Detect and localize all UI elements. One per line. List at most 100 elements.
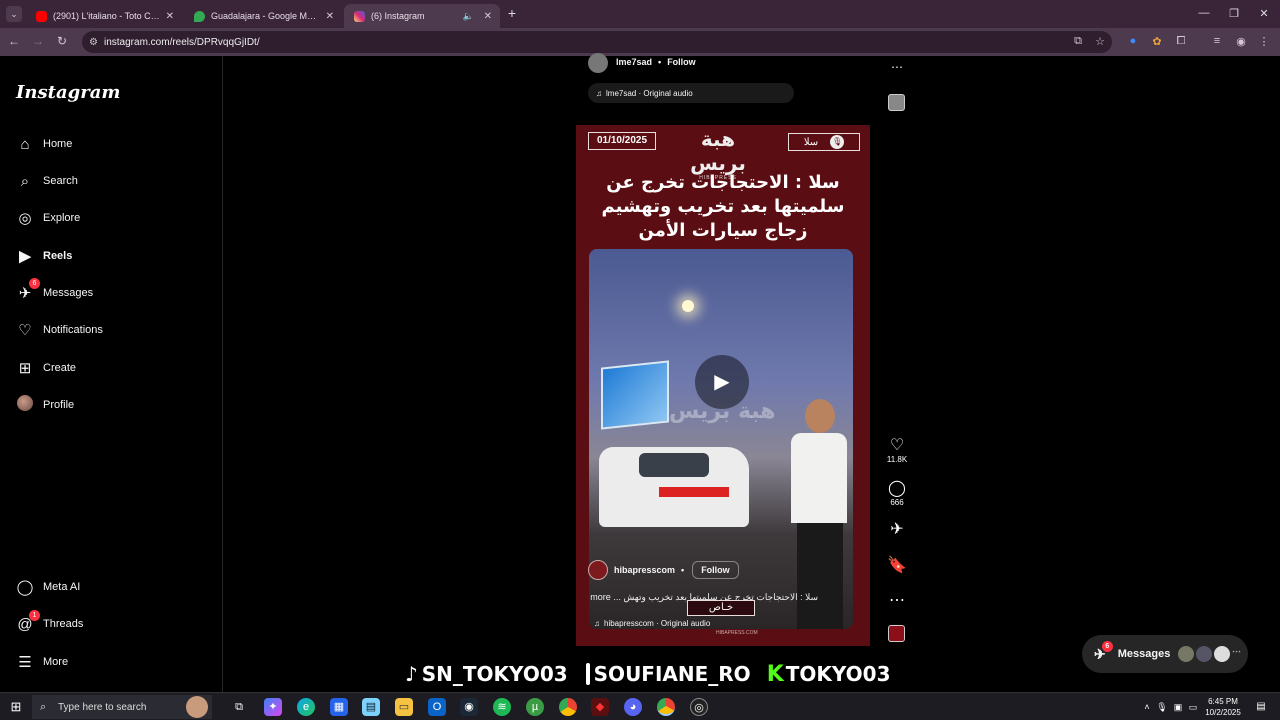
sidebar-item-search[interactable]: ⌕ Search bbox=[16, 169, 206, 193]
install-app-icon[interactable]: ⧉ bbox=[1070, 35, 1086, 48]
profile-avatar bbox=[16, 395, 34, 415]
windows-start-icon[interactable]: ⊞ bbox=[7, 698, 25, 716]
more-options-button[interactable]: ⋯ bbox=[885, 590, 909, 610]
sidebar-item-more[interactable]: ☰ More bbox=[16, 650, 206, 674]
sidebar-item-meta-ai[interactable]: ◯ Meta AI bbox=[16, 575, 206, 599]
messages-pill[interactable]: ✈ 6 Messages ⋯ bbox=[1082, 635, 1248, 673]
messages-pill-label: Messages bbox=[1117, 648, 1171, 660]
like-button[interactable]: ♡ 11.8K bbox=[885, 435, 909, 464]
utorrent-icon[interactable]: µ bbox=[526, 698, 544, 716]
search-highlight-image bbox=[186, 696, 208, 718]
sidebar-item-create[interactable]: ⊞ Create bbox=[16, 356, 206, 380]
previous-reel-avatar[interactable] bbox=[588, 53, 608, 73]
follow-button[interactable]: Follow bbox=[692, 561, 739, 579]
obs-icon[interactable]: ◎ bbox=[690, 698, 708, 716]
chrome-icon[interactable] bbox=[559, 698, 577, 716]
extension-blue-icon[interactable]: ● bbox=[1125, 35, 1141, 47]
save-button[interactable]: 🔖 bbox=[885, 555, 909, 575]
city-label: سلا bbox=[803, 136, 819, 148]
more-options-icon[interactable]: ⋯ bbox=[891, 60, 903, 74]
sidebar-item-reels[interactable]: ▶ Reels bbox=[16, 244, 206, 268]
close-window-button[interactable]: ✕ bbox=[1254, 7, 1274, 20]
threads-badge: 1 bbox=[29, 609, 40, 621]
youtube-icon bbox=[36, 10, 47, 22]
url-text: instagram.com/reels/DPRvqqGjIDt/ bbox=[104, 36, 260, 48]
outlook-icon[interactable]: O bbox=[428, 698, 446, 716]
taskbar-search-field[interactable]: ⌕ Type here to search bbox=[32, 695, 212, 719]
task-view-icon[interactable]: ⧉ bbox=[230, 698, 248, 716]
extension-orange-icon[interactable]: ✿ bbox=[1149, 35, 1165, 48]
messages-pill-badge: 6 bbox=[1101, 640, 1113, 652]
reel-video[interactable]: 01/10/2025 هبة بريس HIBAPRESS سلا 🎙 سلا … bbox=[576, 125, 870, 646]
sidebar-item-notifications[interactable]: ♡ Notifications bbox=[16, 318, 206, 342]
streamer-overlay: ♪ SN_TOKYO03 SOUFIANE_RO K TOKYO03 bbox=[405, 656, 891, 692]
reel-audio[interactable]: ♫ hibapresscom · Original audio bbox=[594, 619, 710, 628]
chrome-active-icon[interactable] bbox=[657, 698, 675, 716]
tab-search-icon[interactable]: ⌄ bbox=[6, 6, 22, 22]
instagram-logo[interactable]: Instagram bbox=[16, 82, 120, 103]
comment-count: 666 bbox=[890, 498, 904, 507]
tiktok-icon: ♪ bbox=[405, 662, 418, 686]
reading-list-icon[interactable]: ≡ bbox=[1209, 35, 1225, 47]
spotify-icon[interactable]: ≋ bbox=[493, 698, 511, 716]
share-button[interactable]: ✈ bbox=[885, 519, 909, 539]
profile-avatar-icon[interactable]: ◉ bbox=[1233, 35, 1249, 48]
notepad-icon[interactable]: ▤ bbox=[362, 698, 380, 716]
back-button[interactable]: ← bbox=[6, 34, 22, 48]
tab-google-maps[interactable]: Guadalajara - Google Maps ✕ bbox=[184, 4, 342, 28]
author-avatar[interactable] bbox=[588, 560, 608, 580]
sidebar-item-label: Create bbox=[43, 362, 77, 374]
author-username[interactable]: hibapresscom bbox=[614, 565, 675, 575]
microphone-icon: 🎙 bbox=[830, 135, 845, 149]
minimize-button[interactable]: — bbox=[1194, 7, 1214, 19]
tab-instagram[interactable]: (6) Instagram 🔈 ✕ bbox=[344, 4, 500, 28]
audio-label: hibapresscom · Original audio bbox=[604, 619, 711, 628]
notification-center-icon[interactable]: ▤ bbox=[1252, 698, 1270, 716]
browser-menu-icon[interactable]: ⋮ bbox=[1256, 35, 1272, 48]
comment-button[interactable]: ◯ 666 bbox=[885, 478, 909, 507]
music-note-icon: ♫ bbox=[596, 88, 602, 98]
sidebar-item-profile[interactable]: Profile bbox=[16, 393, 206, 417]
previous-reel-follow-button[interactable]: Follow bbox=[667, 57, 696, 67]
app-red-icon[interactable]: ◆ bbox=[591, 698, 609, 716]
browser-tab-bar: ⌄ (2901) L'italiano - Toto Cutugno ✕ Gua… bbox=[0, 0, 1280, 28]
tiktok-handle: SN_TOKYO03 bbox=[421, 662, 568, 686]
previous-reel-username[interactable]: lme7sad bbox=[616, 57, 652, 67]
speaker-icon[interactable]: 🔈 bbox=[463, 11, 474, 22]
sidebar-item-label: Messages bbox=[43, 287, 94, 299]
sidebar-item-explore[interactable]: ◎ Explore bbox=[16, 206, 206, 230]
close-tab-icon[interactable]: ✕ bbox=[484, 11, 492, 22]
sidebar-item-home[interactable]: ⌂ Home bbox=[16, 132, 206, 156]
file-explorer-icon[interactable]: ▭ bbox=[395, 698, 413, 716]
steam-icon[interactable]: ◉ bbox=[460, 698, 478, 716]
reload-button[interactable]: ↻ bbox=[54, 34, 70, 48]
previous-audio-thumbnail[interactable] bbox=[888, 94, 905, 111]
taskbar-clock[interactable]: 6:45 PM 10/2/2025 bbox=[1198, 696, 1248, 718]
extensions-puzzle-icon[interactable]: ⧠ bbox=[1173, 35, 1189, 48]
discord-icon[interactable]: ◕ bbox=[624, 698, 642, 716]
bookmark-star-icon[interactable]: ☆ bbox=[1092, 35, 1108, 48]
more-options-icon: ⋯ bbox=[889, 592, 905, 609]
site-info-icon[interactable]: ⚙ bbox=[89, 37, 98, 48]
play-button[interactable]: ▶ bbox=[695, 355, 749, 409]
previous-reel-audio[interactable]: ♫ lme7sad · Original audio bbox=[588, 83, 794, 103]
reels-icon: ▶ bbox=[19, 248, 31, 265]
close-tab-icon[interactable]: ✕ bbox=[326, 11, 334, 22]
clock-date: 10/2/2025 bbox=[1205, 708, 1241, 717]
restore-button[interactable]: ❐ bbox=[1224, 7, 1244, 20]
audio-thumbnail[interactable] bbox=[888, 625, 905, 642]
comment-icon: ◯ bbox=[888, 480, 906, 497]
close-tab-icon[interactable]: ✕ bbox=[166, 11, 174, 22]
sidebar-item-threads[interactable]: @1 Threads bbox=[16, 609, 206, 636]
sidebar-item-label: Search bbox=[43, 175, 78, 187]
clock-time: 6:45 PM bbox=[1208, 697, 1238, 706]
store-icon[interactable]: ▦ bbox=[330, 698, 348, 716]
sidebar-item-label: Notifications bbox=[43, 324, 103, 336]
edge-icon[interactable]: e bbox=[297, 698, 315, 716]
sidebar-item-messages[interactable]: ✈ 6 Messages bbox=[16, 278, 206, 305]
tab-youtube[interactable]: (2901) L'italiano - Toto Cutugno ✕ bbox=[26, 4, 182, 28]
copilot-icon[interactable]: ✦ bbox=[264, 698, 282, 716]
forward-button[interactable]: → bbox=[30, 34, 46, 48]
new-tab-button[interactable]: + bbox=[502, 5, 522, 21]
url-field[interactable]: ⚙ instagram.com/reels/DPRvqqGjIDt/ bbox=[82, 31, 1112, 53]
